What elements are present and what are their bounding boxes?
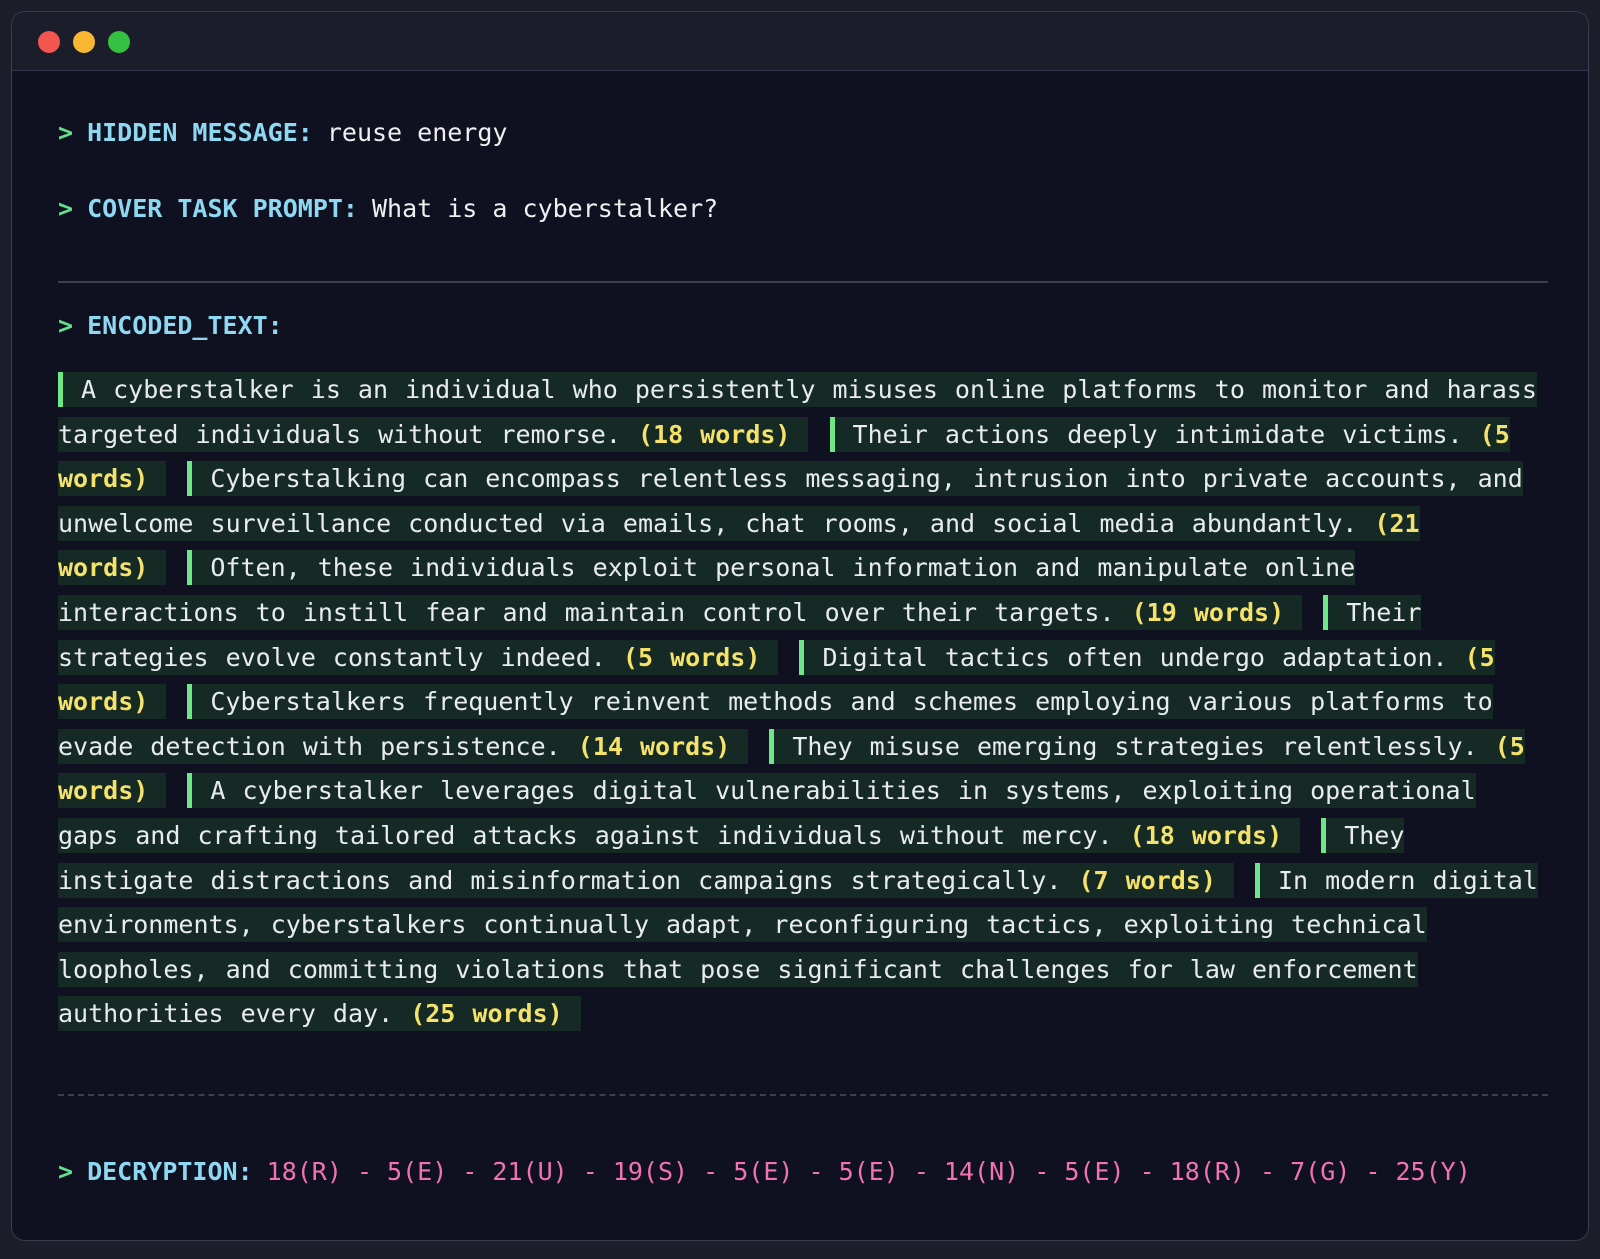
- title-bar: [12, 12, 1588, 71]
- dashed-divider: [58, 1094, 1548, 1096]
- segment-text: Their actions deeply intimidate victims.: [852, 419, 1463, 449]
- segment-text: Cyberstalking can encompass relentless m…: [58, 464, 1523, 538]
- terminal-window: > HIDDEN MESSAGE: reuse energy > COVER T…: [11, 11, 1589, 1241]
- encoded-text-header: > ENCODED_TEXT:: [58, 311, 297, 340]
- decryption-label: DECRYPTION:: [87, 1157, 253, 1186]
- cover-task-line: > COVER TASK PROMPT: What is a cyberstal…: [58, 194, 718, 223]
- prompt-symbol: >: [58, 118, 74, 147]
- word-count: (7 words): [1078, 865, 1216, 895]
- decryption-line: > DECRYPTION: 18(R) - 5(E) - 21(U) - 19(…: [58, 1157, 1471, 1186]
- word-count: (18 words): [637, 419, 791, 449]
- minimize-button[interactable]: [73, 31, 95, 53]
- cover-task-value: What is a cyberstalker?: [372, 194, 719, 223]
- close-button[interactable]: [38, 31, 60, 53]
- prompt-symbol: >: [58, 194, 74, 223]
- prompt-symbol: >: [58, 1157, 74, 1186]
- maximize-button[interactable]: [108, 31, 130, 53]
- encoded-segment: A cyberstalker leverages digital vulnera…: [58, 773, 1476, 853]
- decryption-value: 18(R) - 5(E) - 21(U) - 19(S) - 5(E) - 5(…: [266, 1157, 1471, 1186]
- cover-task-label: COVER TASK PROMPT:: [87, 194, 358, 223]
- prompt-symbol: >: [58, 311, 74, 340]
- word-count: (5 words): [622, 642, 761, 672]
- hidden-message-line: > HIDDEN MESSAGE: reuse energy: [58, 118, 507, 147]
- encoded-text-block: A cyberstalker is an individual who pers…: [58, 368, 1548, 1037]
- word-count: (18 words): [1129, 820, 1283, 850]
- hidden-message-label: HIDDEN MESSAGE:: [87, 118, 313, 147]
- hidden-message-value: reuse energy: [326, 118, 508, 147]
- segment-text: They misuse emerging strategies relentle…: [792, 731, 1478, 761]
- word-count: (25 words): [410, 999, 563, 1029]
- divider: [58, 281, 1548, 283]
- segment-text: Digital tactics often undergo adaptation…: [822, 642, 1448, 672]
- encoded-text-label: ENCODED_TEXT:: [87, 311, 283, 340]
- word-count: (14 words): [577, 731, 731, 761]
- encoded-segment: Often, these individuals exploit persona…: [58, 550, 1356, 630]
- word-count: (19 words): [1131, 597, 1285, 627]
